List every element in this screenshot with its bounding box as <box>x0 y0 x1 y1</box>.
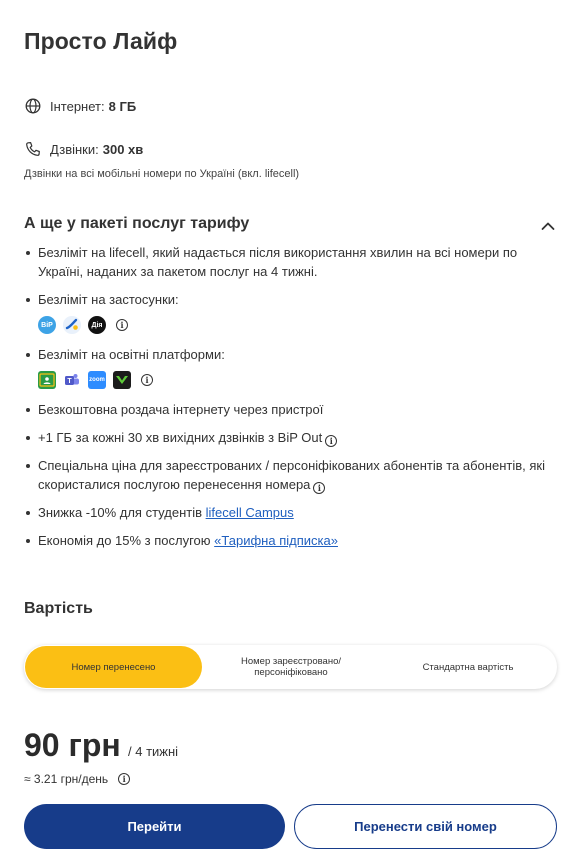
info-icon[interactable]: i <box>141 374 153 386</box>
option-number-registered[interactable]: Номер зареєстровано/ персоніфіковано <box>202 646 380 688</box>
transfer-number-button[interactable]: Перенести свій номер <box>294 804 557 849</box>
lifecell-app-icon <box>63 316 81 334</box>
info-icon[interactable]: i <box>116 319 128 331</box>
chevron-up-icon[interactable] <box>540 218 556 234</box>
go-button[interactable]: Перейти <box>24 804 285 849</box>
list-item: +1 ГБ за кожні 30 хв вихідних дзвінків з… <box>24 428 564 447</box>
google-classroom-icon <box>38 371 56 389</box>
calls-label: Дзвінки: <box>50 141 99 157</box>
ms-teams-icon: T <box>63 371 81 389</box>
list-item: Знижка -10% для студентів lifecell Campu… <box>24 503 564 522</box>
price-type-switch: Номер перенесено Номер зареєстровано/ пе… <box>24 645 557 689</box>
calls-value: 300 хв <box>102 141 144 157</box>
extras-title: А ще у пакеті послуг тарифу <box>24 215 250 232</box>
internet-label: Інтернет: <box>50 98 105 114</box>
list-item: Економія до 15% з послугою «Тарифна підп… <box>24 531 564 550</box>
students-text: Знижка -10% для студентів <box>38 505 202 520</box>
list-item: Безліміт на lifecell, який надається піс… <box>24 243 564 281</box>
zoom-icon: zoom <box>88 371 106 389</box>
option-standard-price[interactable]: Стандартна вартість <box>380 646 556 688</box>
calls-note: Дзвінки на всі мобільні номери по Україн… <box>24 168 300 180</box>
list-item: Спеціальна ціна для зареєстрованих / пер… <box>24 456 564 494</box>
option-number-transferred[interactable]: Номер перенесено <box>25 646 202 688</box>
tariff-subscription-link[interactable]: «Тарифна підписка» <box>214 533 338 548</box>
extras-list: Безліміт на lifecell, який надається піс… <box>24 243 564 550</box>
price-per-day-text: ≈ 3.21 грн/день <box>24 772 109 786</box>
unlimited-apps-text: Безліміт на застосунки: <box>38 292 179 307</box>
list-item: Безліміт на застосунки: <box>24 290 564 309</box>
globe-icon <box>24 97 42 115</box>
calls-feature: Дзвінки: 300 хв <box>24 140 143 158</box>
savings-text: Економія до 15% з послугою <box>38 533 211 548</box>
info-icon[interactable]: i <box>313 482 326 494</box>
lifecell-campus-link[interactable]: lifecell Campus <box>206 505 294 520</box>
info-icon[interactable]: i <box>118 773 131 785</box>
internet-value: 8 ГБ <box>108 98 137 114</box>
unlimited-lifecell-text: Безліміт на lifecell, який надається піс… <box>38 245 518 279</box>
educational-app-icon <box>113 371 131 389</box>
phone-icon <box>24 140 42 158</box>
cost-title: Вартість <box>24 600 93 617</box>
internet-feature: Інтернет: 8 ГБ <box>24 97 136 115</box>
list-item: Безліміт на освітні платформи: <box>24 345 564 364</box>
bip-icon: BiP <box>38 316 56 334</box>
tariff-title: Просто Лайф <box>24 28 178 54</box>
unlimited-edu-text: Безліміт на освітні платформи: <box>38 347 225 362</box>
edu-icons-row: T zoom i <box>38 369 564 391</box>
bip-bonus-text: +1 ГБ за кожні 30 хв вихідних дзвінків з… <box>38 430 323 445</box>
diia-icon: Дія <box>88 316 106 334</box>
price-period: / 4 тижні <box>128 744 179 759</box>
special-price-text: Спеціальна ціна для зареєстрованих / пер… <box>38 458 545 492</box>
apps-icons-row: BiP Дія i <box>38 314 564 336</box>
info-icon[interactable]: i <box>325 435 338 447</box>
price-amount: 90 грн <box>24 727 121 763</box>
hotspot-text: Безкоштовна роздача інтернету через прис… <box>38 402 324 417</box>
svg-text:T: T <box>67 378 72 385</box>
tariff-card: Просто Лайф Інтернет: 8 ГБ Дзвінки: 300 … <box>0 0 586 862</box>
list-item: Безкоштовна роздача інтернету через прис… <box>24 400 564 419</box>
price-per-day: ≈ 3.21 грн/день i <box>24 772 131 786</box>
